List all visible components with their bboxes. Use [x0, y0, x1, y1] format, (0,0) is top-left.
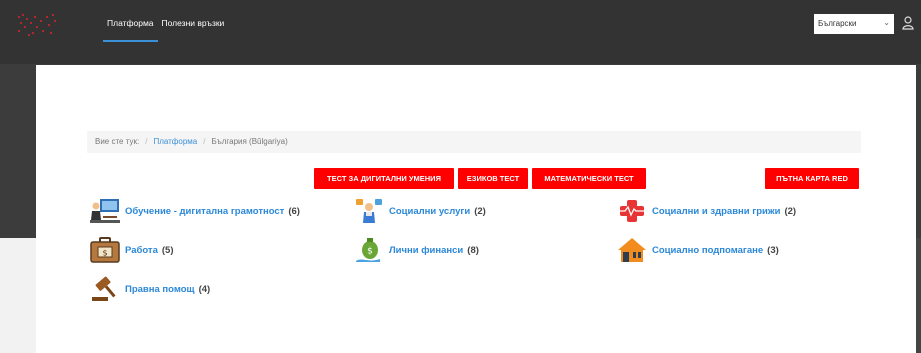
category-name: Социални и здравни грижи	[652, 205, 781, 217]
category-health-care[interactable]: Социални и здравни грижи (2)	[617, 198, 796, 224]
category-name: Лични финанси	[389, 244, 464, 256]
main-nav: Платформа Полезни връзки	[103, 0, 228, 42]
chevron-down-icon: ⌄	[883, 18, 890, 27]
category-education[interactable]: Обучение - дигитална грамотност (6)	[90, 198, 300, 224]
breadcrumb-current: България (Bŭlgariya)	[211, 137, 288, 146]
nav-item-useful-links[interactable]: Полезни връзки	[158, 0, 229, 42]
education-icon	[90, 199, 120, 223]
category-legal-aid[interactable]: Правна помощ (4)	[90, 276, 210, 302]
category-count: (8)	[467, 244, 479, 256]
money-bag-icon: $	[356, 238, 380, 262]
math-test-button[interactable]: МАТЕМАТИЧЕСКИ ТЕСТ	[532, 168, 646, 189]
svg-text:$: $	[102, 249, 107, 258]
category-work[interactable]: $ Работа (5)	[90, 237, 174, 263]
house-icon	[618, 238, 646, 262]
social-services-icon	[356, 199, 382, 223]
red-roadmap-button[interactable]: ПЪТНА КАРТА RED	[765, 168, 859, 189]
category-name: Социални услуги	[389, 205, 471, 217]
category-count: (6)	[288, 205, 300, 217]
category-social-services[interactable]: Социални услуги (2)	[354, 198, 486, 224]
category-personal-finance[interactable]: $ Лични финанси (8)	[354, 237, 479, 263]
category-count: (2)	[474, 205, 486, 217]
category-name: Обучение - дигитална грамотност	[125, 205, 285, 217]
nav-item-platform[interactable]: Платформа	[103, 0, 158, 42]
category-count: (5)	[161, 244, 174, 256]
logo[interactable]	[16, 12, 58, 38]
user-icon[interactable]	[902, 16, 914, 30]
language-select-value: Български	[818, 19, 857, 28]
category-name: Социално подпомагане	[652, 244, 764, 256]
category-social-assistance[interactable]: Социално подпомагане (3)	[617, 237, 779, 263]
content-card: Вие сте тук: / Платформа / България (Bŭlgari…	[36, 65, 916, 353]
category-count: (4)	[198, 283, 211, 295]
health-care-icon	[617, 200, 647, 222]
briefcase-icon: $	[90, 237, 120, 263]
digital-skills-test-button[interactable]: ТЕСТ ЗА ДИГИТАЛНИ УМЕНИЯ	[314, 168, 454, 189]
category-name: Работа	[125, 244, 158, 256]
category-count: (2)	[784, 205, 797, 217]
language-select[interactable]: Български ⌄	[814, 14, 894, 34]
svg-text:$: $	[367, 247, 373, 257]
category-count: (3)	[767, 244, 779, 256]
breadcrumb: Вие сте тук: / Платформа / България (Bŭlgari…	[87, 131, 861, 153]
breadcrumb-link-platform[interactable]: Платформа	[153, 137, 197, 146]
language-test-button[interactable]: ЕЗИКОВ ТЕСТ	[458, 168, 528, 189]
category-name: Правна помощ	[125, 283, 195, 295]
gavel-icon	[92, 276, 116, 301]
breadcrumb-prefix: Вие сте тук:	[95, 137, 140, 146]
